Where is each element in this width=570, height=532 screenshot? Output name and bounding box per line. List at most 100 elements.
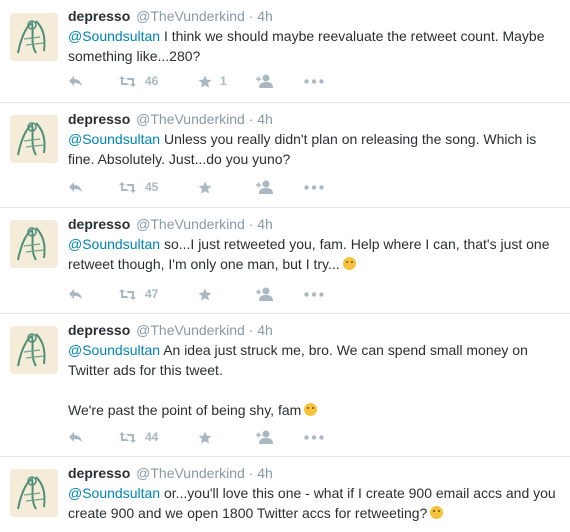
retweet-button[interactable]: 46 <box>118 74 198 88</box>
tweet-text: @Soundsultan An idea just struck me, bro… <box>68 340 562 420</box>
retweet-count: 47 <box>145 287 159 301</box>
display-name[interactable]: depresso <box>68 216 130 232</box>
username[interactable]: @TheVunderkind <box>136 111 245 127</box>
separator-dot: · <box>248 465 254 481</box>
tweet-feed: depresso @TheVunderkind · 4h @Soundsulta… <box>0 0 570 532</box>
timestamp[interactable]: 4h <box>257 8 273 24</box>
retweet-icon <box>118 75 137 88</box>
avatar[interactable] <box>10 220 58 268</box>
favorite-star-icon <box>198 431 212 444</box>
tweet-text: @Soundsultan I think we should maybe ree… <box>68 26 562 66</box>
follow-button[interactable] <box>256 180 304 194</box>
timestamp[interactable]: 4h <box>257 111 273 127</box>
mention-link[interactable]: @Soundsultan <box>68 485 160 501</box>
tweet-header: depresso @TheVunderkind · 4h <box>68 110 562 128</box>
more-options-button[interactable] <box>304 434 334 440</box>
retweet-button[interactable]: 45 <box>118 180 198 194</box>
relieved-face-emoji <box>430 506 444 519</box>
username[interactable]: @TheVunderkind <box>136 465 245 481</box>
reply-icon <box>68 181 83 193</box>
mention-link[interactable]: @Soundsultan <box>68 28 160 44</box>
tweet-header: depresso @TheVunderkind · 4h <box>68 321 562 339</box>
timestamp[interactable]: 4h <box>257 465 273 481</box>
display-name[interactable]: depresso <box>68 322 130 338</box>
mention-link[interactable]: @Soundsultan <box>68 131 160 147</box>
tweet-body: We're past the point of being shy, fam <box>68 402 302 418</box>
more-options-button[interactable] <box>304 291 334 297</box>
avatar[interactable] <box>10 115 58 163</box>
follow-icon <box>256 287 273 301</box>
tweet[interactable]: depresso @TheVunderkind · 4h @Soundsulta… <box>0 457 570 532</box>
username[interactable]: @TheVunderkind <box>136 8 245 24</box>
separator-dot: · <box>248 111 254 127</box>
timestamp[interactable]: 4h <box>257 216 273 232</box>
more-icon <box>304 434 324 440</box>
tweet[interactable]: depresso @TheVunderkind · 4h @Soundsulta… <box>0 0 570 103</box>
retweet-icon <box>118 288 137 301</box>
tweet-paragraph: We're past the point of being shy, fam <box>68 400 562 420</box>
reply-button[interactable] <box>68 288 118 300</box>
follow-icon <box>256 430 273 444</box>
tweet[interactable]: depresso @TheVunderkind · 4h @Soundsulta… <box>0 103 570 208</box>
favorite-button[interactable] <box>198 181 256 194</box>
separator-dot: · <box>248 8 254 24</box>
reply-button[interactable] <box>68 75 118 87</box>
tweet-actions: 46 1 <box>68 72 334 90</box>
tweet-paragraph: @Soundsultan An idea just struck me, bro… <box>68 340 562 380</box>
favorite-count: 1 <box>220 74 227 88</box>
tweet-header: depresso @TheVunderkind · 4h <box>68 7 562 25</box>
tweet-text: @Soundsultan so...I just retweeted you, … <box>68 234 562 274</box>
favorite-button[interactable]: 1 <box>198 74 256 88</box>
avatar[interactable] <box>10 326 58 374</box>
mention-link[interactable]: @Soundsultan <box>68 236 160 252</box>
favorite-button[interactable] <box>198 288 256 301</box>
follow-button[interactable] <box>256 430 304 444</box>
separator-dot: · <box>248 216 254 232</box>
display-name[interactable]: depresso <box>68 8 130 24</box>
tweet[interactable]: depresso @TheVunderkind · 4h @Soundsulta… <box>0 208 570 314</box>
avatar[interactable] <box>10 469 58 517</box>
more-icon <box>304 291 324 297</box>
retweet-icon <box>118 181 137 194</box>
reply-button[interactable] <box>68 181 118 193</box>
favorite-button[interactable] <box>198 431 256 444</box>
avatar[interactable] <box>10 13 58 61</box>
separator-dot: · <box>248 322 254 338</box>
follow-button[interactable] <box>256 287 304 301</box>
tweet-paragraph: @Soundsultan or...you'll love this one -… <box>68 483 562 523</box>
favorite-star-icon <box>198 288 212 301</box>
tweet-text: @Soundsultan or...you'll love this one -… <box>68 483 562 523</box>
retweet-count: 44 <box>145 430 159 444</box>
tweet-header: depresso @TheVunderkind · 4h <box>68 215 562 233</box>
username[interactable]: @TheVunderkind <box>136 216 245 232</box>
follow-icon <box>256 180 273 194</box>
retweet-count: 45 <box>145 180 159 194</box>
reply-icon <box>68 288 83 300</box>
tweet-paragraph: @Soundsultan so...I just retweeted you, … <box>68 234 562 274</box>
display-name[interactable]: depresso <box>68 111 130 127</box>
timestamp[interactable]: 4h <box>257 322 273 338</box>
tweet[interactable]: depresso @TheVunderkind · 4h @Soundsulta… <box>0 314 570 457</box>
tweet-text: @Soundsultan Unless you really didn't pl… <box>68 129 562 169</box>
tweet-paragraph: @Soundsultan I think we should maybe ree… <box>68 26 562 66</box>
username[interactable]: @TheVunderkind <box>136 322 245 338</box>
tweet-actions: 47 <box>68 285 334 303</box>
reply-button[interactable] <box>68 431 118 443</box>
retweet-count: 46 <box>145 74 159 88</box>
mention-link[interactable]: @Soundsultan <box>68 342 160 358</box>
tweet-header: depresso @TheVunderkind · 4h <box>68 464 562 482</box>
more-options-button[interactable] <box>304 184 334 190</box>
reply-icon <box>68 431 83 443</box>
follow-button[interactable] <box>256 74 304 88</box>
relieved-face-emoji <box>342 257 356 270</box>
retweet-icon <box>118 431 137 444</box>
retweet-button[interactable]: 44 <box>118 430 198 444</box>
favorite-star-icon <box>198 75 212 88</box>
disappointed-relieved-emoji <box>304 403 318 416</box>
tweet-paragraph: @Soundsultan Unless you really didn't pl… <box>68 129 562 169</box>
display-name[interactable]: depresso <box>68 465 130 481</box>
favorite-star-icon <box>198 181 212 194</box>
more-icon <box>304 184 324 190</box>
retweet-button[interactable]: 47 <box>118 287 198 301</box>
more-options-button[interactable] <box>304 78 334 84</box>
